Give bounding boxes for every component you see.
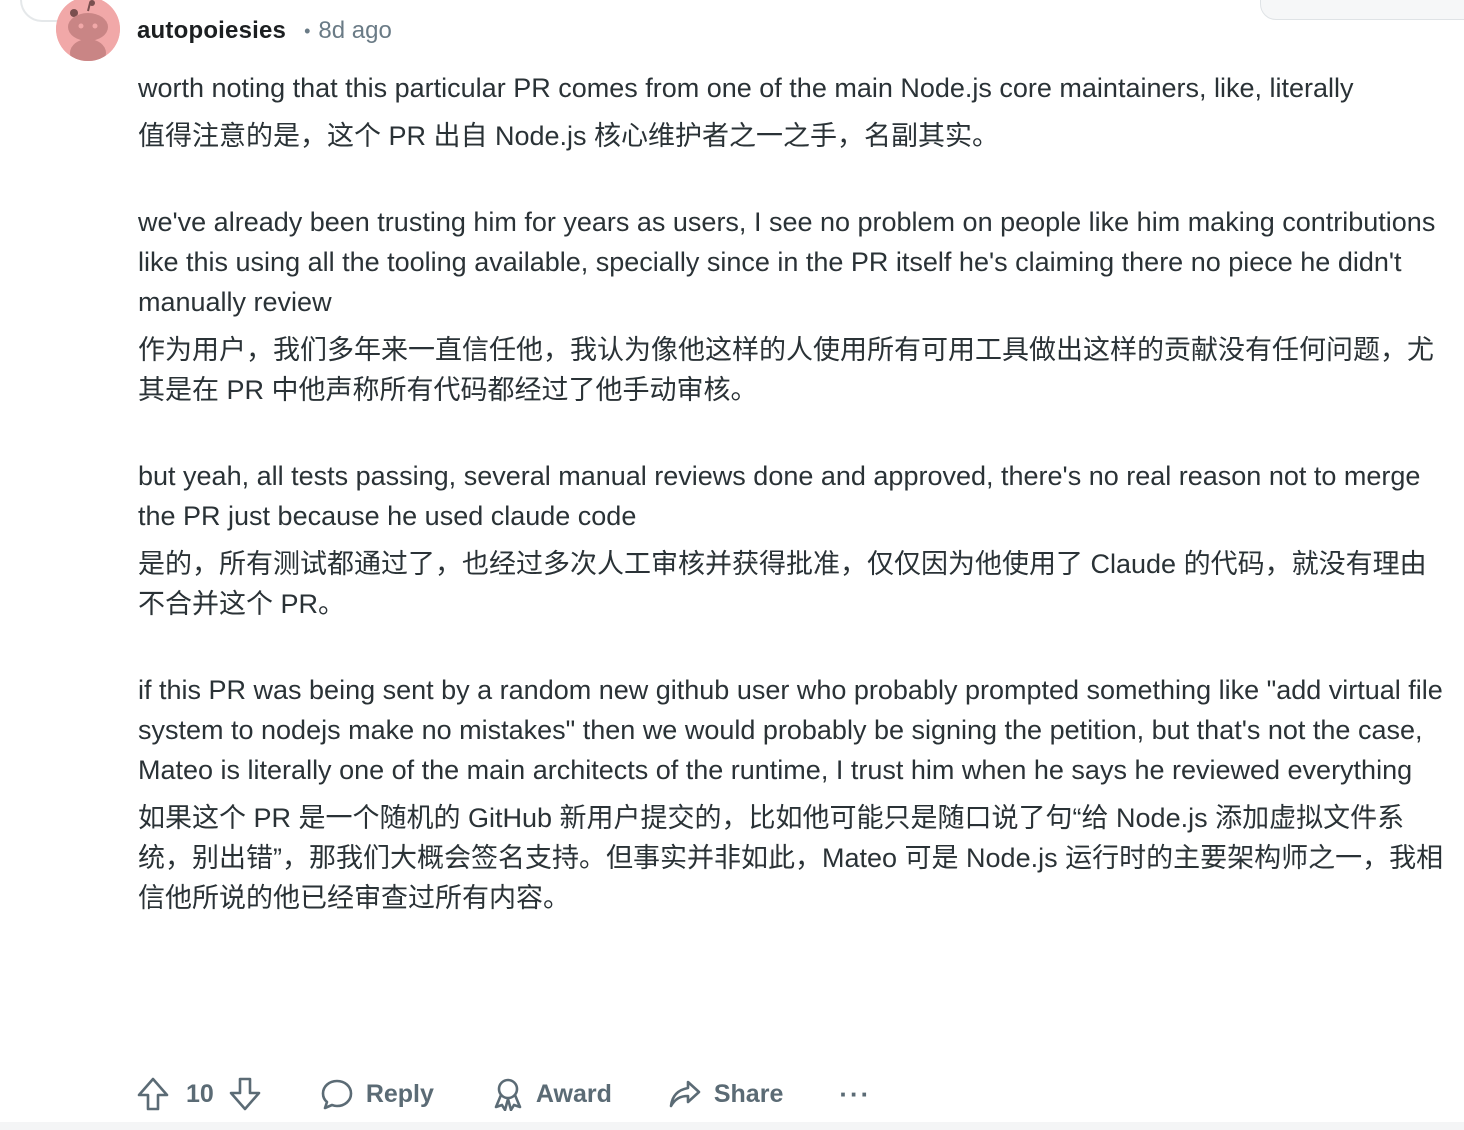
paragraph-zh-3: 是的，所有测试都通过了，也经过多次人工审核并获得批准，仅仅因为他使用了 Clau… — [138, 549, 1427, 619]
reply-label: Reply — [365, 1079, 434, 1108]
paragraph-zh-4: 如果这个 PR 是一个随机的 GitHub 新用户提交的，比如他可能只是随口说了… — [138, 803, 1444, 913]
downvote-icon[interactable] — [228, 1076, 262, 1112]
floating-card-edge — [1260, 0, 1464, 20]
bottom-divider — [0, 1122, 1464, 1130]
more-options-button[interactable]: ··· — [839, 1079, 871, 1110]
award-button[interactable]: Award — [492, 1077, 612, 1111]
share-button[interactable]: Share — [668, 1078, 783, 1110]
paragraph-en-1: worth noting that this particular PR com… — [138, 73, 1354, 103]
snoo-avatar-icon — [56, 0, 120, 61]
comment-timestamp[interactable]: 8d ago — [318, 17, 391, 45]
speech-bubble-icon — [320, 1077, 354, 1111]
comment-author[interactable]: autopoiesies — [137, 17, 286, 45]
comment-body: worth noting that this particular PR com… — [138, 68, 1448, 918]
paragraph-en-3: but yeah, all tests passing, several man… — [138, 461, 1421, 531]
comment-header: autopoiesies • 8d ago — [56, 0, 392, 62]
comment-page: autopoiesies • 8d ago worth noting that … — [0, 0, 1464, 1130]
share-label: Share — [713, 1079, 784, 1108]
award-label: Award — [535, 1079, 612, 1108]
vote-count: 10 — [186, 1079, 214, 1108]
paragraph-en-2: we've already been trusting him for year… — [138, 207, 1436, 317]
avatar[interactable] — [56, 0, 120, 61]
upvote-icon[interactable] — [136, 1076, 170, 1112]
more-options-icon: ··· — [839, 1078, 872, 1109]
comment-action-bar: 10 Reply Award Share ··· — [136, 1070, 871, 1118]
reply-button[interactable]: Reply — [320, 1077, 434, 1111]
award-ribbon-icon — [492, 1077, 524, 1111]
meta-separator: • — [304, 20, 311, 41]
paragraph-zh-1: 值得注意的是，这个 PR 出自 Node.js 核心维护者之一之手，名副其实。 — [138, 121, 1000, 151]
share-arrow-icon — [668, 1078, 702, 1110]
paragraph-zh-2: 作为用户，我们多年来一直信任他，我认为像他这样的人使用所有可用工具做出这样的贡献… — [138, 335, 1434, 405]
paragraph-en-4: if this PR was being sent by a random ne… — [138, 675, 1443, 785]
